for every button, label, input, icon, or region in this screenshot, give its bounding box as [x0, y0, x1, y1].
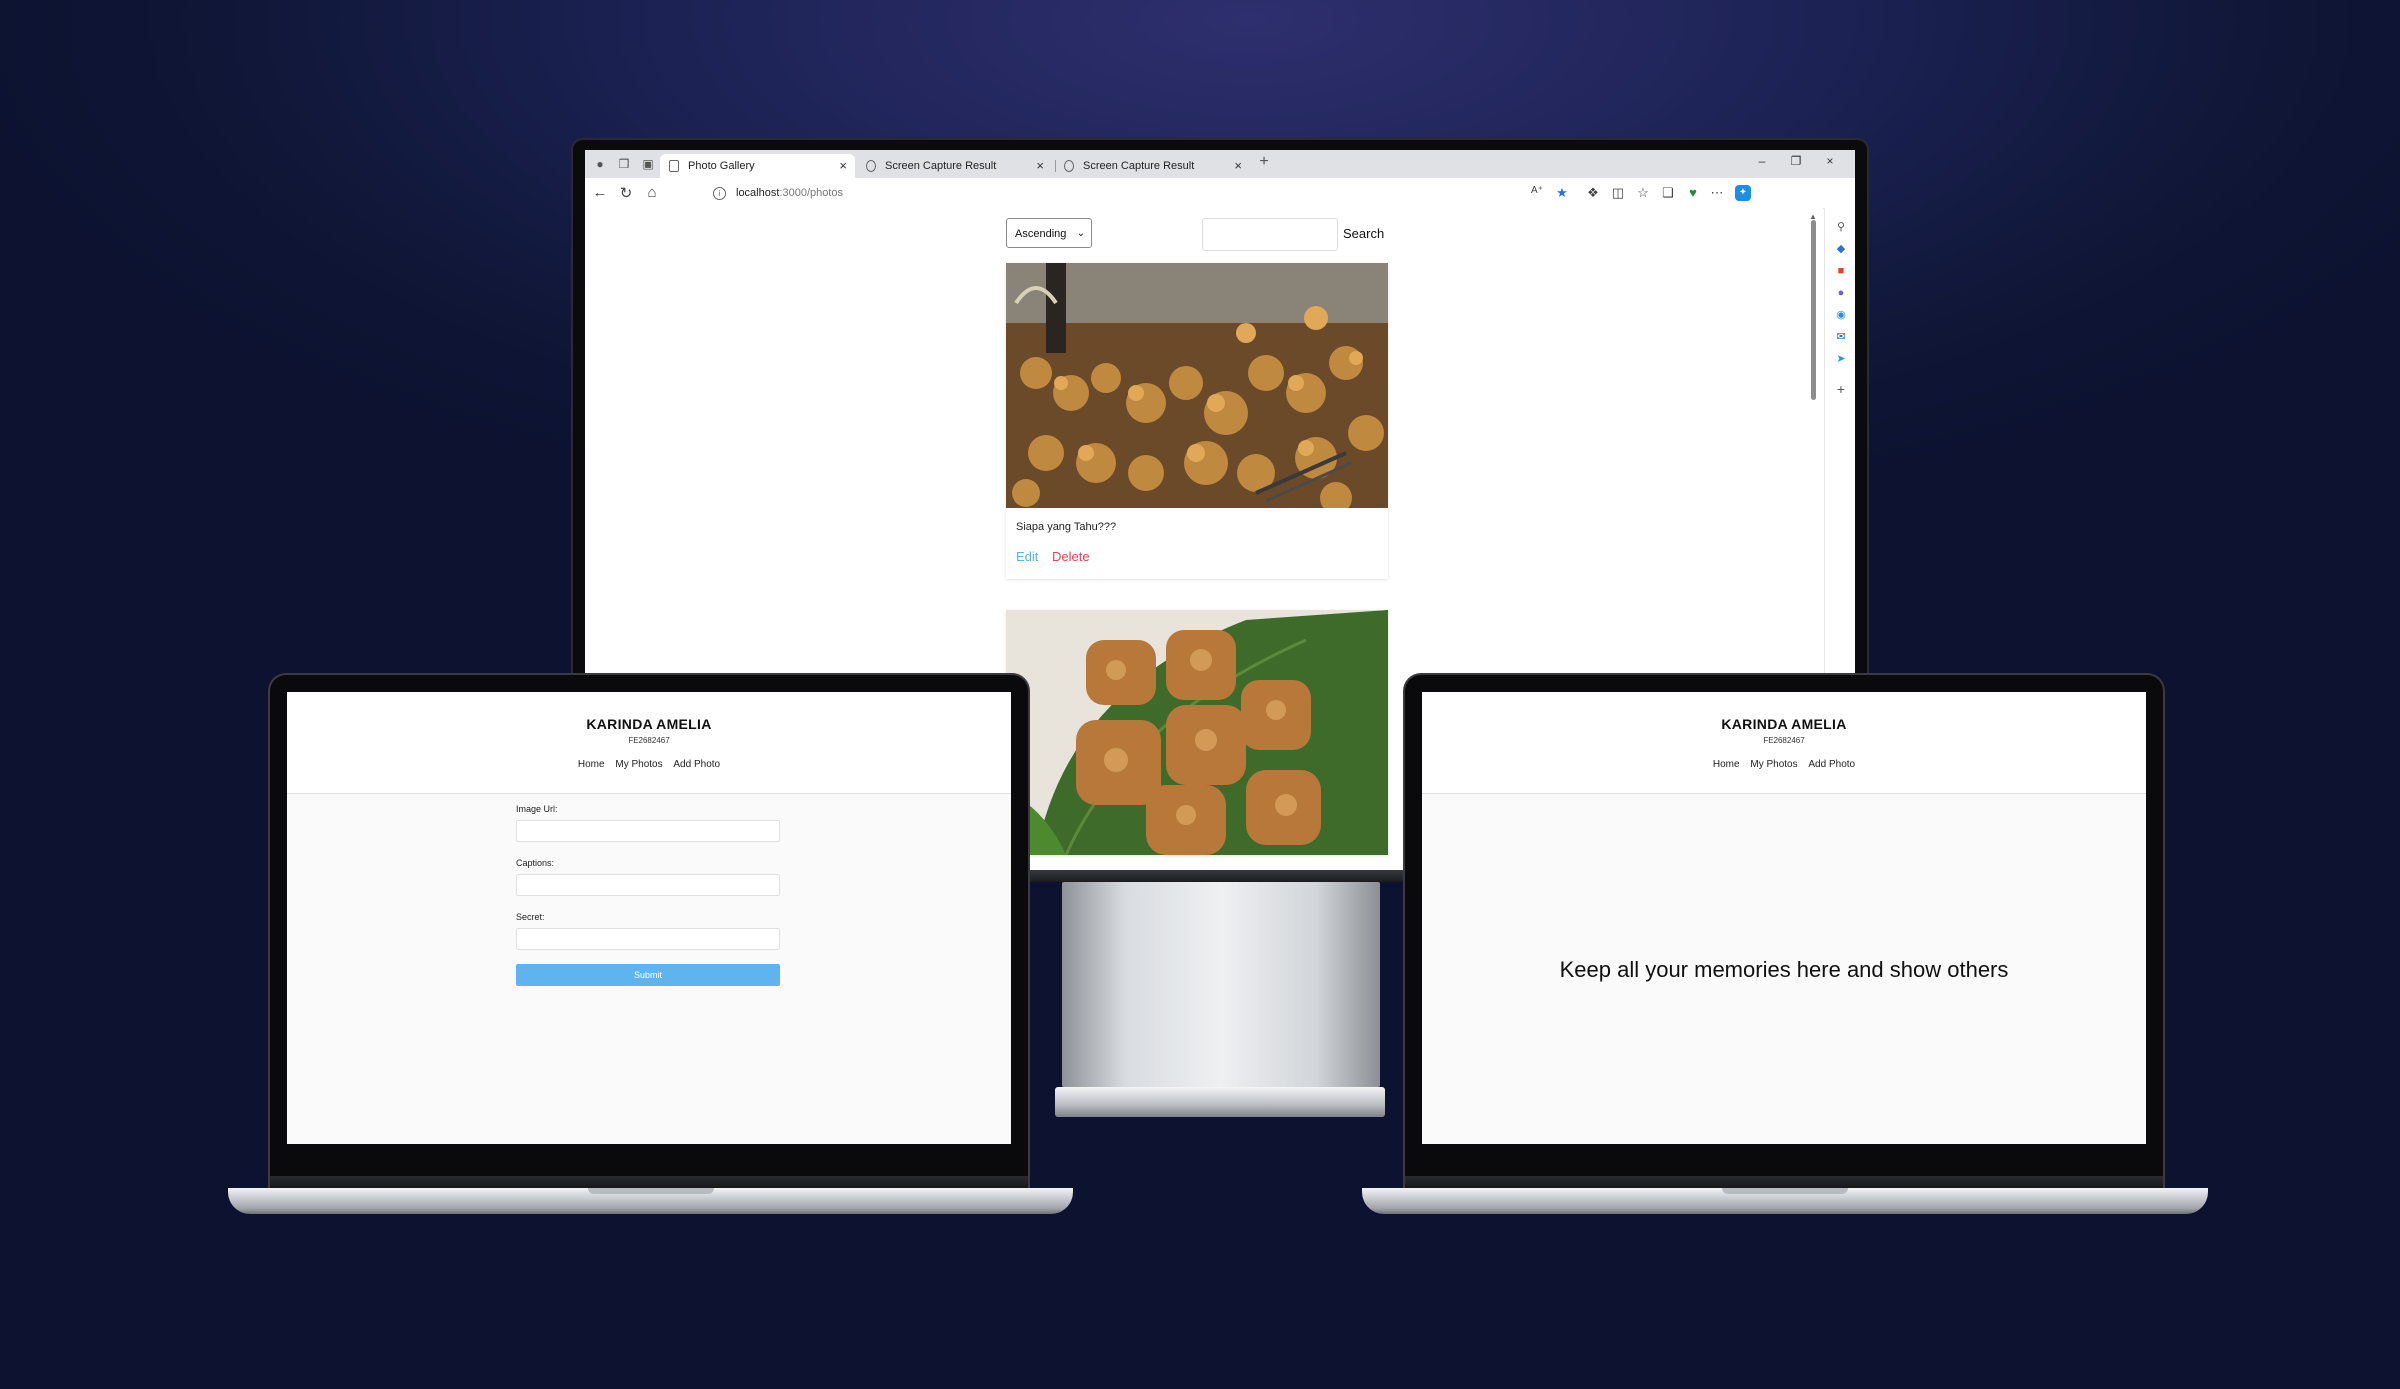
drop-icon[interactable]: ➤	[1834, 352, 1848, 366]
extensions-icon[interactable]: ❖	[1585, 185, 1601, 201]
app-nav: Home My Photos Add Photo	[287, 759, 1011, 770]
edit-link[interactable]: Edit	[1016, 549, 1038, 564]
image-url-field[interactable]	[516, 820, 780, 842]
copilot-icon[interactable]: ✦	[1735, 185, 1751, 201]
fried-tofu-photo	[1006, 263, 1388, 508]
nav-add-photo[interactable]: Add Photo	[673, 759, 720, 770]
app-nav: Home My Photos Add Photo	[1422, 759, 2146, 770]
app-header: KARINDA AMELIA FE2682467 Home My Photos …	[1422, 692, 2146, 794]
card-actions: Edit Delete	[1006, 539, 1388, 579]
app-title: KARINDA AMELIA	[586, 716, 712, 732]
favorite-star-icon[interactable]: ★	[1554, 185, 1570, 201]
sort-select[interactable]: Ascending ⌄	[1006, 218, 1092, 248]
nav-my-photos[interactable]: My Photos	[1750, 759, 1797, 770]
image-url-label: Image Url:	[516, 804, 558, 814]
nav-home[interactable]: Home	[1713, 759, 1740, 770]
captions-field[interactable]	[516, 874, 780, 896]
split-screen-icon[interactable]: ◫	[1610, 185, 1626, 201]
app-title: KARINDA AMELIA	[1721, 716, 1847, 732]
submit-button[interactable]: Submit	[516, 964, 780, 986]
capture-icon	[866, 160, 876, 172]
tab-screen-capture-2[interactable]: Screen Capture Result ×	[1055, 154, 1250, 178]
search-button[interactable]: Search	[1343, 218, 1384, 249]
add-sidebar-icon[interactable]: +	[1834, 382, 1848, 396]
search-input[interactable]	[1202, 218, 1338, 251]
more-menu-icon[interactable]: ⋯	[1709, 185, 1725, 201]
search-icon[interactable]: ⚲	[1834, 220, 1848, 234]
photo-caption: Siapa yang Tahu???	[1016, 521, 1117, 533]
tab-label: Photo Gallery	[688, 160, 755, 172]
minimize-icon[interactable]: –	[1745, 154, 1779, 168]
url-path: :3000/photos	[779, 187, 844, 199]
m365-icon[interactable]: ◉	[1834, 308, 1848, 322]
new-tab-icon[interactable]: +	[1257, 154, 1271, 170]
favorites-icon[interactable]: ☆	[1635, 185, 1651, 201]
left-laptop-notch	[588, 1188, 714, 1194]
photo-card	[1006, 610, 1388, 855]
tools-icon[interactable]: ■	[1834, 264, 1848, 278]
url-field[interactable]: i localhost:3000/photos	[703, 182, 1583, 204]
read-aloud-icon[interactable]: A⁺	[1529, 185, 1545, 196]
capture-icon	[1064, 160, 1074, 172]
photo-card: Siapa yang Tahu??? Edit Delete	[1006, 263, 1388, 579]
address-bar: ← ↻ ⌂ i localhost:3000/photos A⁺ ★ ❖ ◫ ☆ …	[585, 178, 1855, 209]
tab-screen-capture-1[interactable]: Screen Capture Result ×	[857, 154, 1052, 178]
home-tagline: Keep all your memories here and show oth…	[1559, 957, 2009, 982]
scrollbar[interactable]	[1811, 220, 1816, 400]
monitor-stand	[1062, 882, 1380, 1087]
workspaces-icon[interactable]: ❒	[617, 157, 631, 171]
monitor-stand-foot	[1055, 1087, 1385, 1117]
home-icon[interactable]: ⌂	[643, 184, 661, 201]
fried-tofu-banana-leaf-photo	[1006, 610, 1388, 855]
profile-icon[interactable]: ●	[593, 157, 607, 171]
restore-icon[interactable]: ❐	[1779, 154, 1813, 168]
tab-label: Screen Capture Result	[1083, 160, 1195, 172]
right-laptop-notch	[1722, 1188, 1848, 1194]
collections-icon[interactable]: ❏	[1660, 185, 1676, 201]
url-host: localhost	[736, 187, 780, 199]
nav-add-photo[interactable]: Add Photo	[1808, 759, 1855, 770]
page-icon	[669, 160, 679, 172]
back-icon[interactable]: ←	[591, 184, 609, 201]
tab-bar: ● ❒ ▣ Photo Gallery × Screen Capture Res…	[585, 150, 1855, 178]
student-id: FE2682467	[628, 736, 670, 745]
add-photo-screen: KARINDA AMELIA FE2682467 Home My Photos …	[287, 692, 1011, 1144]
captions-label: Captions:	[516, 858, 555, 868]
tab-photo-gallery[interactable]: Photo Gallery ×	[660, 154, 855, 178]
close-icon[interactable]: ×	[1036, 154, 1044, 178]
close-icon[interactable]: ×	[839, 154, 847, 178]
sort-value: Ascending	[1015, 228, 1067, 240]
tab-label: Screen Capture Result	[885, 160, 997, 172]
chevron-down-icon: ⌄	[1076, 228, 1085, 239]
site-info-icon[interactable]: i	[713, 186, 726, 200]
delete-link[interactable]: Delete	[1052, 549, 1090, 564]
nav-home[interactable]: Home	[578, 759, 605, 770]
refresh-icon[interactable]: ↻	[617, 184, 635, 202]
browser-essentials-icon[interactable]: ♥	[1685, 185, 1701, 200]
shopping-tag-icon[interactable]: ◆	[1834, 242, 1848, 256]
nav-my-photos[interactable]: My Photos	[615, 759, 662, 770]
student-id: FE2682467	[1763, 736, 1805, 745]
secret-label: Secret:	[516, 912, 545, 922]
app-header: KARINDA AMELIA FE2682467 Home My Photos …	[287, 692, 1011, 794]
photo-image	[1006, 610, 1388, 855]
outlook-icon[interactable]: ✉	[1834, 330, 1848, 344]
monitor-stand-top	[1030, 868, 1405, 882]
close-icon[interactable]: ×	[1234, 154, 1242, 178]
secret-field[interactable]	[516, 928, 780, 950]
tab-actions-icon[interactable]: ▣	[641, 157, 655, 171]
window-controls: – ❐ ×	[1745, 154, 1847, 168]
home-screen: KARINDA AMELIA FE2682467 Home My Photos …	[1422, 692, 2146, 1144]
photo-image	[1006, 263, 1388, 508]
people-icon[interactable]: ●	[1834, 286, 1848, 300]
close-window-icon[interactable]: ×	[1813, 154, 1847, 168]
